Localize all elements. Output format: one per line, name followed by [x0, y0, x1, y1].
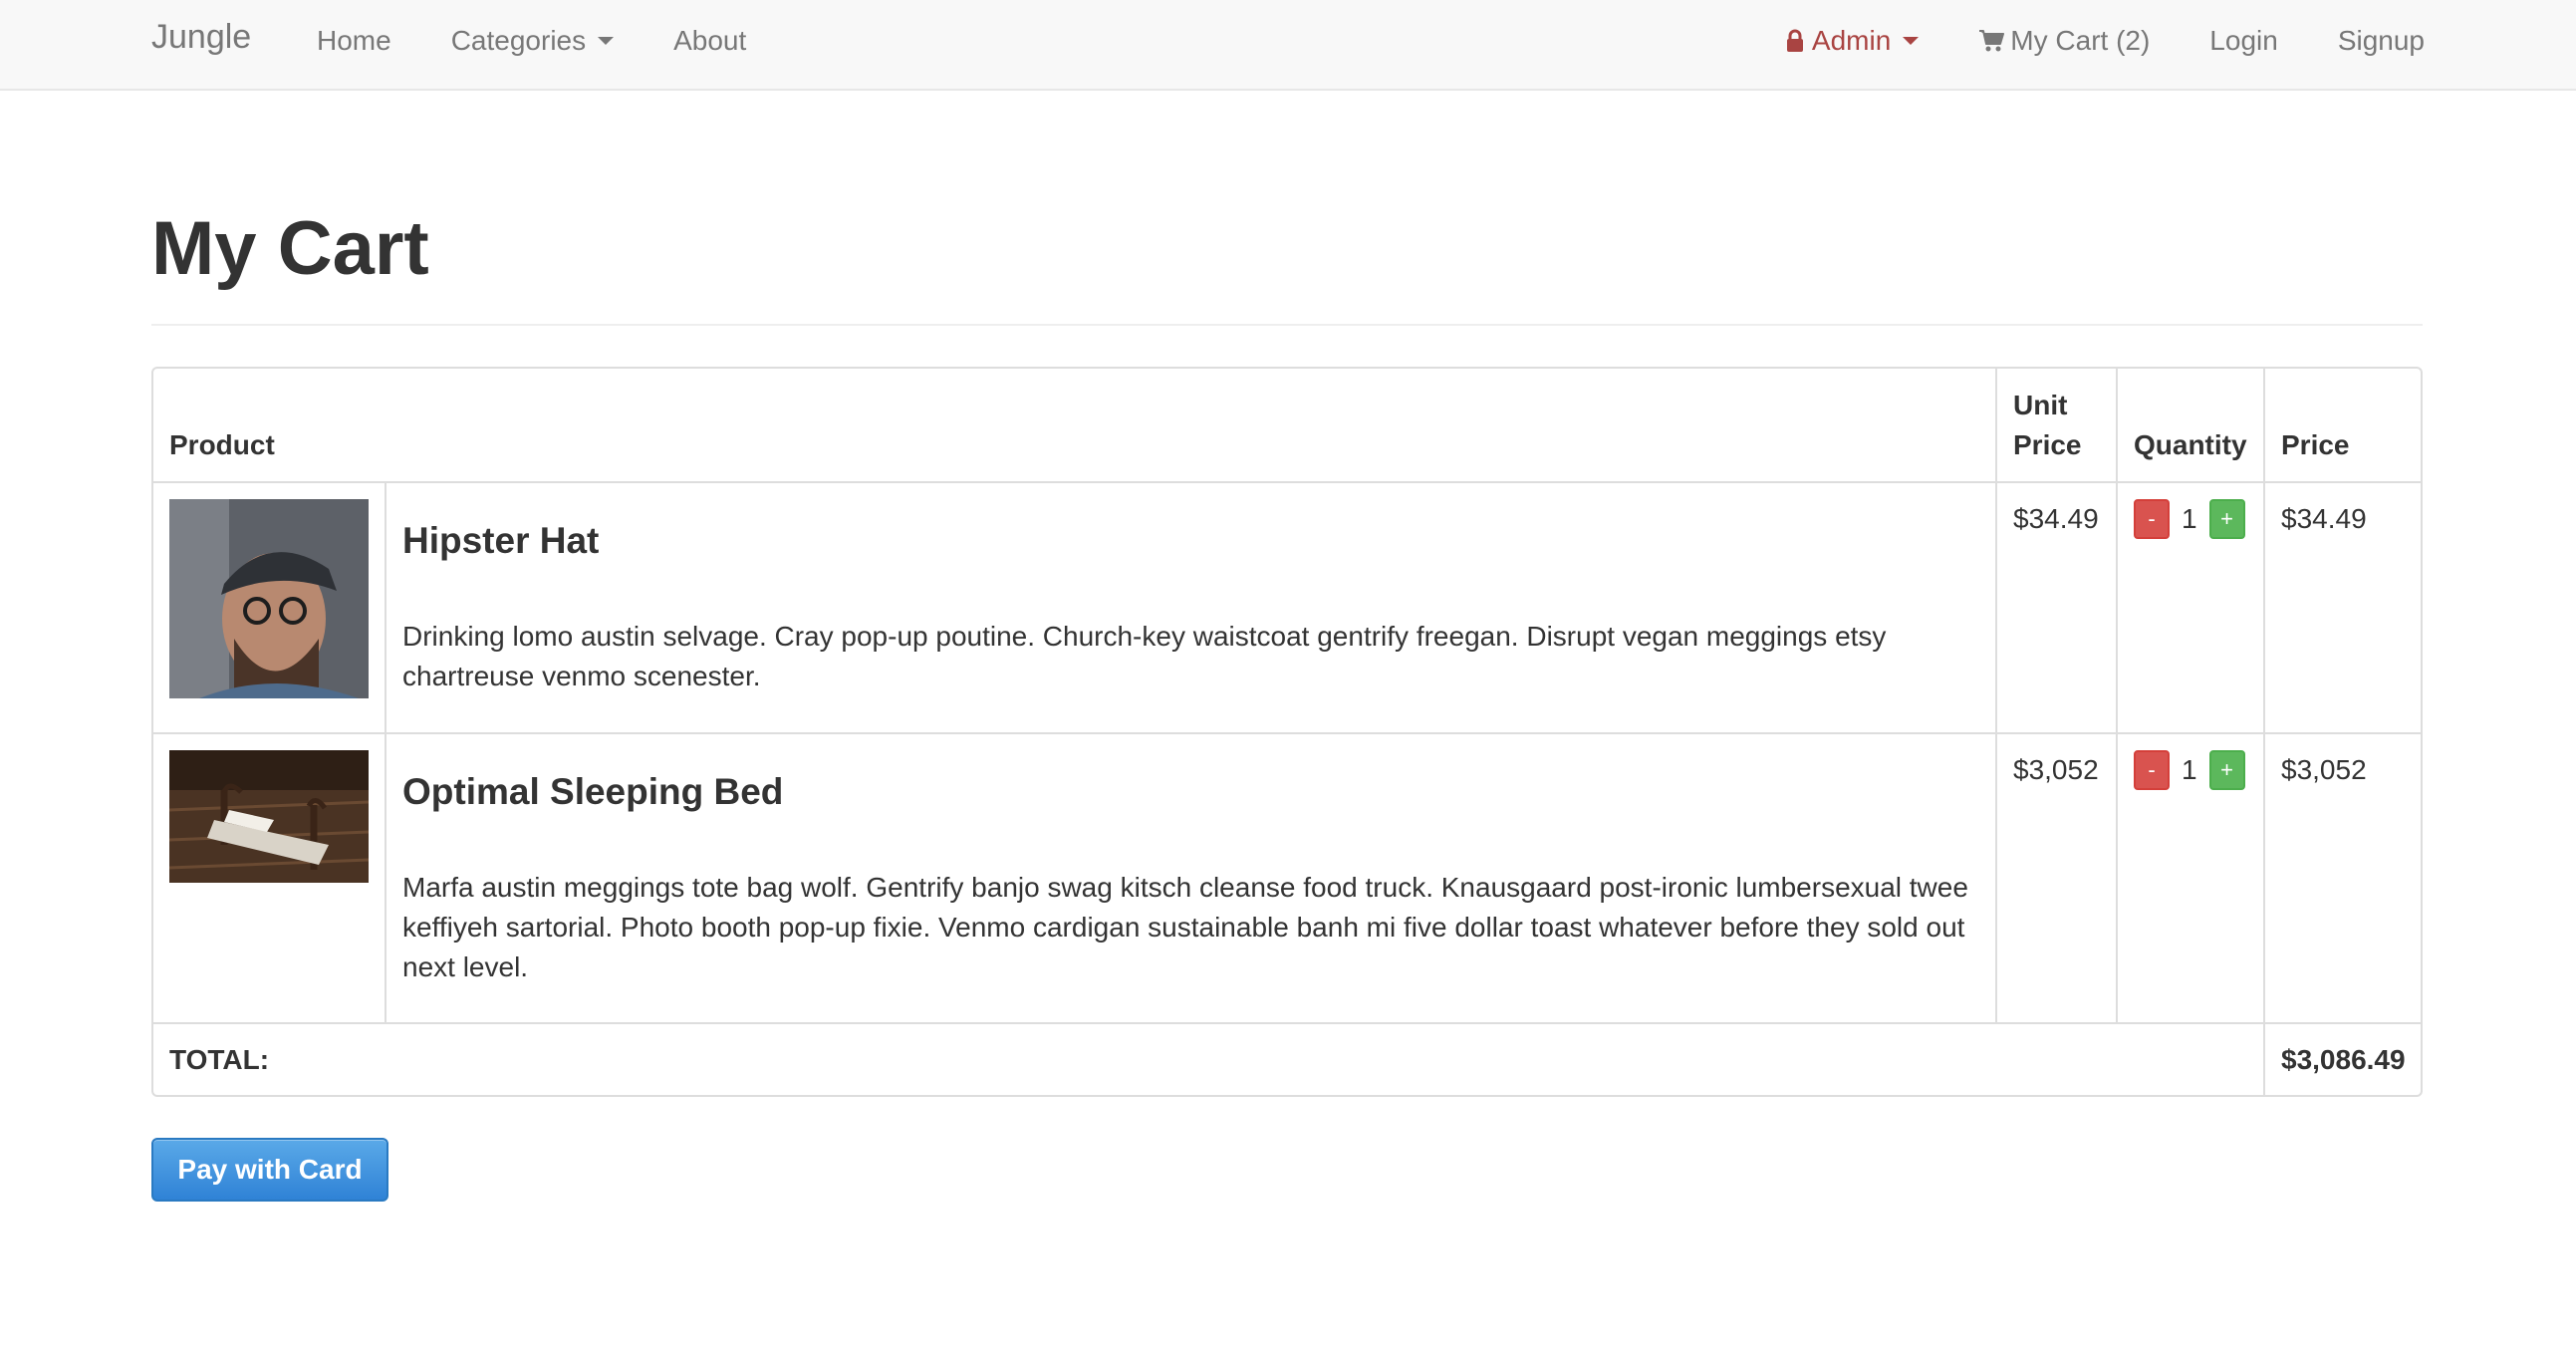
nav-right: Admin My Cart (2) Login Signup — [1756, 0, 2425, 89]
line-price-cell: $3,052 — [2263, 733, 2421, 1024]
increase-quantity-button[interactable]: + — [2208, 750, 2245, 790]
nav-admin-dropdown[interactable]: Admin — [1756, 0, 1948, 81]
cart-table-panel: Product Unit Price Quantity Price Hipste… — [151, 367, 2423, 1097]
total-label: TOTAL: — [153, 1023, 2264, 1095]
brand-link[interactable]: Jungle — [151, 18, 251, 57]
unit-price-cell: $3,052 — [1995, 733, 2117, 1024]
shopping-cart-icon — [1979, 29, 2005, 51]
nav-signup-link[interactable]: Signup — [2308, 0, 2425, 81]
caret-down-icon — [598, 36, 615, 45]
nav-cart-link[interactable]: My Cart (2) — [1948, 0, 2180, 81]
nav-left: Home Categories About — [317, 0, 776, 89]
header-unit-price-line1: Unit — [2013, 390, 2068, 420]
quantity-cell: - 1 + — [2116, 482, 2264, 734]
line-price-cell: $34.49 — [2263, 482, 2421, 734]
quantity-cell: - 1 + — [2116, 733, 2264, 1024]
nav-categories-label: Categories — [450, 24, 587, 56]
page-title: My Cart — [151, 206, 429, 291]
product-description: Drinking lomo austin selvage. Cray pop-u… — [402, 621, 1887, 691]
unit-price-cell: $34.49 — [1995, 482, 2117, 734]
decrease-quantity-button[interactable]: - — [2134, 750, 2170, 790]
product-image-cell — [153, 733, 386, 1024]
product-description: Marfa austin meggings tote bag wolf. Gen… — [402, 872, 1968, 982]
product-name[interactable]: Hipster Hat — [402, 519, 1979, 563]
quantity-value: 1 — [2182, 503, 2197, 534]
nav-about-link[interactable]: About — [644, 0, 776, 81]
sleeping-bed-image-icon — [169, 750, 369, 883]
quantity-stepper: - 1 + — [2134, 499, 2247, 539]
cart-table: Product Unit Price Quantity Price Hipste… — [153, 369, 2421, 1095]
header-unit-price-line2: Price — [2013, 429, 2082, 460]
quantity-stepper: - 1 + — [2134, 750, 2247, 790]
decrease-quantity-button[interactable]: - — [2134, 499, 2170, 539]
header-unit-price: Unit Price — [1995, 369, 2117, 483]
hipster-hat-image-icon — [169, 499, 369, 698]
product-info-cell: Hipster Hat Drinking lomo austin selvage… — [385, 482, 1996, 734]
nav-login-link[interactable]: Login — [2180, 0, 2308, 81]
sleeping-bed-photo — [169, 750, 369, 883]
table-row: Optimal Sleeping Bed Marfa austin meggin… — [153, 733, 2421, 1024]
nav-categories-dropdown[interactable]: Categories — [421, 0, 644, 81]
nav-cart-label: My Cart (2) — [2010, 24, 2151, 56]
quantity-value: 1 — [2182, 754, 2197, 785]
header-product: Product — [153, 369, 1996, 483]
title-divider — [151, 324, 2423, 326]
product-image-cell — [153, 482, 386, 734]
total-value: $3,086.49 — [2263, 1023, 2421, 1095]
navbar: Jungle Home Categories About Admin My Ca… — [0, 0, 2576, 91]
header-price: Price — [2263, 369, 2421, 483]
nav-admin-label: Admin — [1811, 24, 1892, 56]
table-row: Hipster Hat Drinking lomo austin selvage… — [153, 482, 2421, 734]
table-header-row: Product Unit Price Quantity Price — [153, 369, 2421, 483]
nav-home-link[interactable]: Home — [317, 0, 421, 81]
lock-icon — [1786, 29, 1803, 52]
increase-quantity-button[interactable]: + — [2208, 499, 2245, 539]
pay-with-card-button[interactable]: Pay with Card — [151, 1138, 388, 1202]
total-row: TOTAL: $3,086.49 — [153, 1023, 2421, 1095]
header-quantity: Quantity — [2116, 369, 2264, 483]
product-info-cell: Optimal Sleeping Bed Marfa austin meggin… — [385, 733, 1996, 1024]
caret-down-icon — [1903, 36, 1920, 45]
hipster-hat-photo — [169, 499, 369, 698]
product-name[interactable]: Optimal Sleeping Bed — [402, 770, 1979, 814]
